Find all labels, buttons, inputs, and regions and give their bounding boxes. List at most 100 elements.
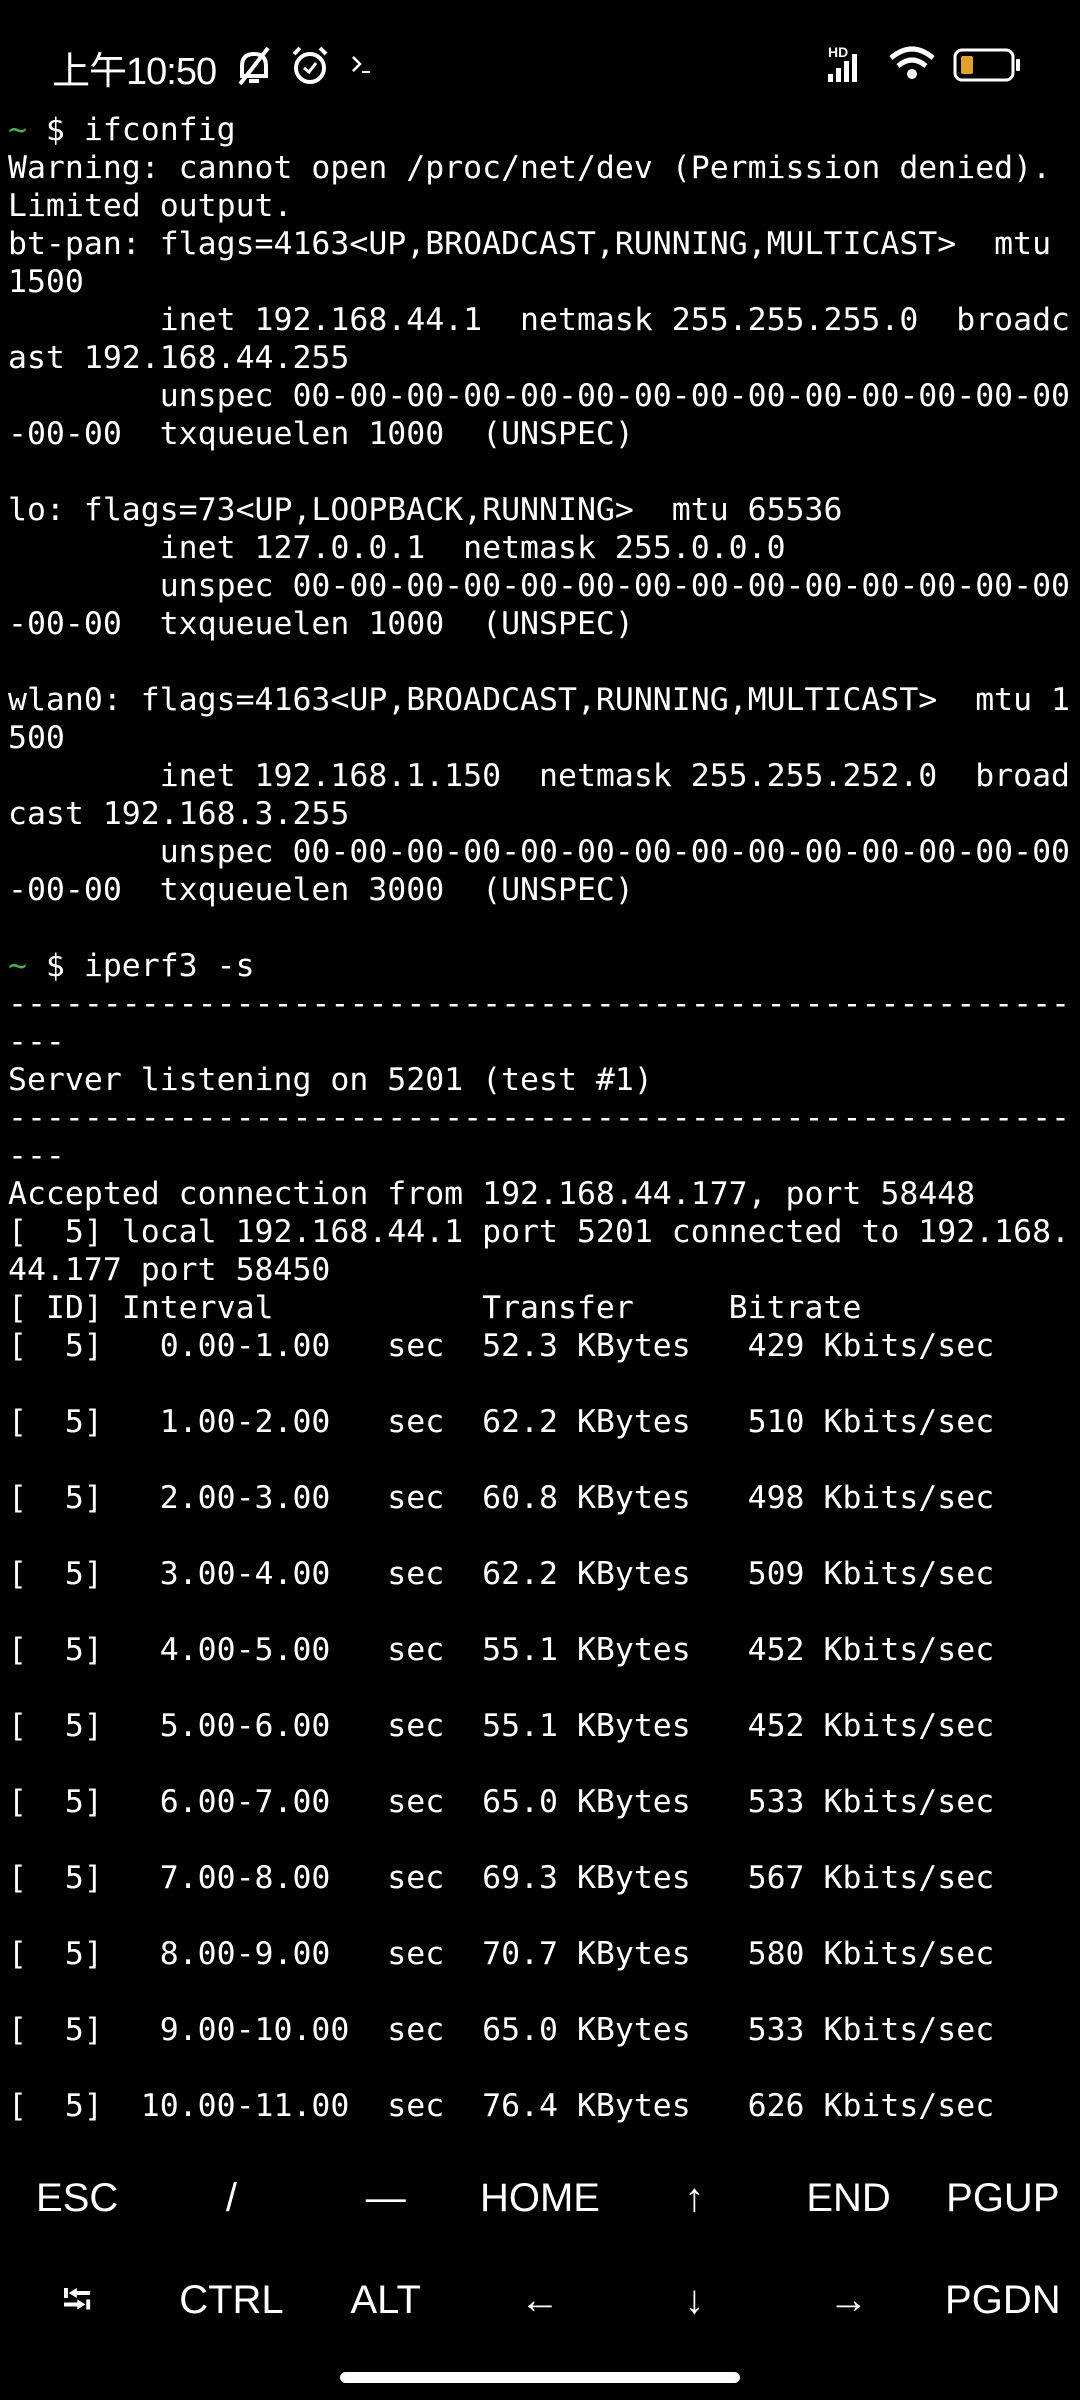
home-indicator[interactable] [340,2372,740,2383]
output-line: [ 5] 10.00-11.00 sec 76.4 KBytes 626 Kbi… [8,2087,1070,2125]
extra-key-row2-4[interactable]: ↓ [617,2250,771,2350]
extra-key-row2-5[interactable]: → [771,2250,925,2350]
extra-key-row1-6[interactable]: PGUP [926,2148,1080,2248]
line-text: [ 5] local 192.168.44.1 port 5201 connec… [8,1214,1071,1250]
output-line: [ 5] 8.00-9.00 sec 70.7 KBytes 580 Kbits… [8,1935,1070,1973]
output-line: [ 5] 0.00-1.00 sec 52.3 KBytes 429 Kbits… [8,1327,1070,1365]
terminal-output[interactable]: ~ $ ifconfig Warning: cannot open /proc/n… [8,111,1070,2125]
status-bar: 上午10:50 HD [0,0,1080,110]
output-line: 500 [8,719,1070,757]
output-line: -00-00 txqueuelen 3000 (UNSPEC) [8,871,1070,909]
extra-key-row2-3[interactable]: ← [463,2250,617,2350]
line-text: wlan0: flags=4163<UP,BROADCAST,RUNNING,M… [8,682,1071,718]
output-line: [ 5] 5.00-6.00 sec 55.1 KBytes 452 Kbits… [8,1707,1070,1745]
output-line: bt-pan: flags=4163<UP,BROADCAST,RUNNING,… [8,225,1070,263]
extra-key-row2-1[interactable]: CTRL [154,2250,308,2350]
extra-key-row2-2[interactable]: ALT [309,2250,463,2350]
output-line: lo: flags=73<UP,LOOPBACK,RUNNING> mtu 65… [8,491,1070,529]
output-line: Limited output. [8,187,1070,225]
output-line: inet 127.0.0.1 netmask 255.0.0.0 [8,529,1070,567]
extra-key-row1-4[interactable]: ↑ [617,2148,771,2248]
line-text: [ 5] 7.00-8.00 sec 69.3 KBytes 567 Kbits… [8,1860,995,1896]
line-text: unspec 00-00-00-00-00-00-00-00-00-00-00-… [8,378,1071,414]
output-line: inet 192.168.1.150 netmask 255.255.252.0… [8,757,1070,795]
line-text: lo: flags=73<UP,LOOPBACK,RUNNING> mtu 65… [8,492,843,528]
line-text: inet 127.0.0.1 netmask 255.0.0.0 [8,530,786,566]
output-line: wlan0: flags=4163<UP,BROADCAST,RUNNING,M… [8,681,1070,719]
line-text: -00-00 txqueuelen 3000 (UNSPEC) [8,872,634,908]
extra-key-row1-2[interactable]: — [309,2148,463,2248]
output-line: 44.177 port 58450 [8,1251,1070,1289]
line-text: --- [8,1138,65,1174]
output-line: Server listening on 5201 (test #1) [8,1061,1070,1099]
line-text: --- [8,1024,65,1060]
bell-off-icon [238,46,270,86]
output-line: [ 5] 7.00-8.00 sec 69.3 KBytes 567 Kbits… [8,1859,1070,1897]
extra-key-row1-3[interactable]: HOME [463,2148,617,2248]
output-line: -00-00 txqueuelen 1000 (UNSPEC) [8,605,1070,643]
output-line: inet 192.168.44.1 netmask 255.255.255.0 … [8,301,1070,339]
line-text: bt-pan: flags=4163<UP,BROADCAST,RUNNING,… [8,226,1052,262]
terminal-icon [352,56,370,73]
line-text: $ ifconfig [26,112,236,148]
line-text: [ 5] 1.00-2.00 sec 62.2 KBytes 510 Kbits… [8,1404,995,1440]
output-line: cast 192.168.3.255 [8,795,1070,833]
line-text: [ ID] Interval Transfer Bitrate [8,1290,862,1326]
line-text: unspec 00-00-00-00-00-00-00-00-00-00-00-… [8,568,1071,604]
extra-key-row1-5[interactable]: END [771,2148,925,2248]
line-text: Accepted connection from 192.168.44.177,… [8,1176,976,1212]
line-text: ast 192.168.44.255 [8,340,350,376]
output-line: -00-00 txqueuelen 1000 (UNSPEC) [8,415,1070,453]
output-line: [ 5] 4.00-5.00 sec 55.1 KBytes 452 Kbits… [8,1631,1070,1669]
extra-key-row2-6[interactable]: PGDN [926,2250,1080,2350]
prompt-tilde: ~ [8,948,27,984]
command-line: ~ $ iperf3 -s [8,947,1070,985]
line-text: -00-00 txqueuelen 1000 (UNSPEC) [8,606,634,642]
output-line: --- [8,1137,1070,1175]
output-line: --- [8,1023,1070,1061]
extra-key-row2-0[interactable]: ⭾ [0,2250,154,2350]
output-line: unspec 00-00-00-00-00-00-00-00-00-00-00-… [8,567,1070,605]
line-text: [ 5] 0.00-1.00 sec 52.3 KBytes 429 Kbits… [8,1328,995,1364]
signal-label: HD [828,44,848,60]
extra-keys-row-1: ESC / — HOME ↑ END PGUP [0,2148,1080,2248]
output-line: [ 5] 2.00-3.00 sec 60.8 KBytes 498 Kbits… [8,1479,1070,1517]
line-text: Server listening on 5201 (test #1) [8,1062,653,1098]
output-line: Accepted connection from 192.168.44.177,… [8,1175,1070,1213]
line-text: 1500 [8,264,84,300]
line-text: cast 192.168.3.255 [8,796,350,832]
output-line: [ 5] 3.00-4.00 sec 62.2 KBytes 509 Kbits… [8,1555,1070,1593]
wifi-icon [889,46,935,79]
extra-key-row1-0[interactable]: ESC [0,2148,154,2248]
line-text: 500 [8,720,65,756]
line-text: ----------------------------------------… [8,1100,1071,1136]
line-text: [ 5] 2.00-3.00 sec 60.8 KBytes 498 Kbits… [8,1480,995,1516]
line-text: ----------------------------------------… [8,986,1071,1022]
line-text: [ 5] 6.00-7.00 sec 65.0 KBytes 533 Kbits… [8,1784,995,1820]
extra-key-row1-1[interactable]: / [154,2148,308,2248]
output-line: Warning: cannot open /proc/net/dev (Perm… [8,149,1070,187]
line-text: [ 5] 3.00-4.00 sec 62.2 KBytes 509 Kbits… [8,1556,995,1592]
output-line: [ 5] 9.00-10.00 sec 65.0 KBytes 533 Kbit… [8,2011,1070,2049]
line-text: [ 5] 8.00-9.00 sec 70.7 KBytes 580 Kbits… [8,1936,995,1972]
output-line: unspec 00-00-00-00-00-00-00-00-00-00-00-… [8,377,1070,415]
line-text: unspec 00-00-00-00-00-00-00-00-00-00-00-… [8,834,1071,870]
output-line: 1500 [8,263,1070,301]
extra-keys-row-2: ⭾ CTRL ALT ← ↓ → PGDN [0,2250,1080,2350]
output-line: ast 192.168.44.255 [8,339,1070,377]
line-text: [ 5] 10.00-11.00 sec 76.4 KBytes 626 Kbi… [8,2088,995,2124]
output-line: [ ID] Interval Transfer Bitrate [8,1289,1070,1327]
command-line: ~ $ ifconfig [8,111,1070,149]
hd-signal-icon: HD [828,44,857,82]
alarm-icon [292,46,328,84]
line-text: inet 192.168.1.150 netmask 255.255.252.0… [8,758,1071,794]
